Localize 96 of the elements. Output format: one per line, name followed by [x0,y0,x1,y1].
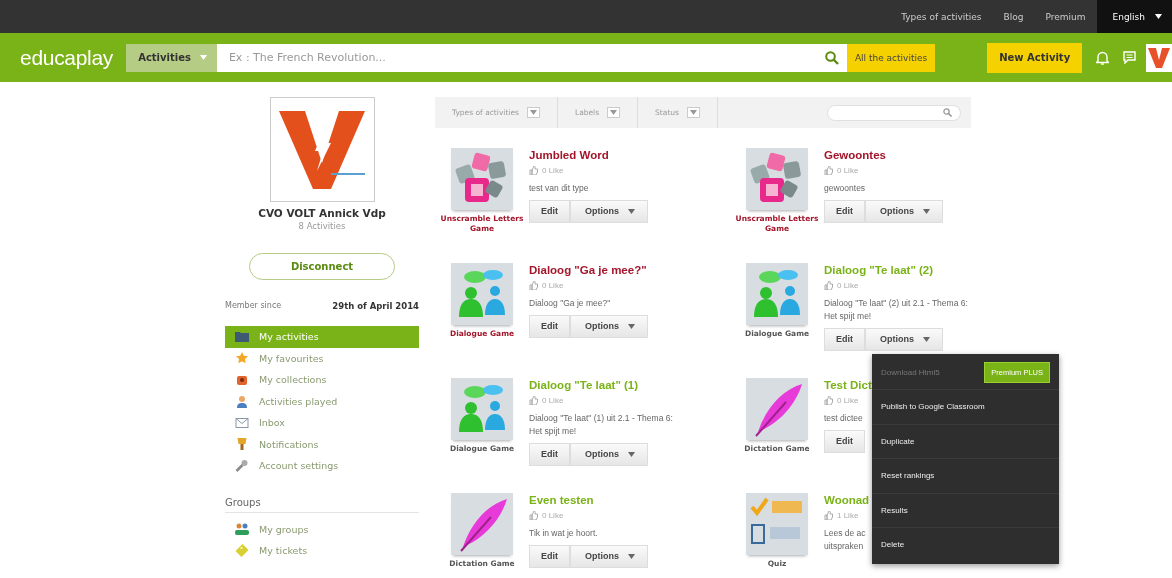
activity-description: Lees de ac uitspraken [824,527,867,553]
top-link[interactable]: Premium [1034,0,1097,33]
caret-icon [628,553,635,559]
thumbs-up-icon[interactable] [824,396,833,405]
like-count: 0 Like [542,281,564,290]
envelope-icon [235,417,249,428]
options-button[interactable]: Options [570,314,648,338]
ticket-icon [235,544,249,558]
activity-search-field[interactable] [827,104,961,121]
thumbs-up-icon[interactable] [824,166,833,175]
member-since-date: 29th of April 2014 [332,301,419,311]
edit-button[interactable]: Edit [824,199,865,223]
caret-icon [628,323,635,329]
menu-item[interactable]: Delete [881,540,905,550]
filter-dropdown[interactable] [607,107,621,118]
thumbs-up-icon[interactable] [529,511,538,520]
top-link[interactable]: English [1096,0,1172,33]
activity-title[interactable]: Jumbled Word [529,149,609,161]
like-count: 1 Like [837,511,859,520]
edit-button[interactable]: Edit [824,429,865,453]
activity-title[interactable]: Gewoontes [824,149,886,161]
new-activity-button[interactable]: New Activity [987,42,1083,73]
activity-description: Dialoog "Te laat" (2) uit 2.1 - Thema 6: Het spijt me! [824,297,969,323]
profile-name: CVO VOLT Annick Vdp [257,207,387,219]
like-count: 0 Like [837,396,859,405]
top-link[interactable]: Blog [992,0,1035,33]
box-icon [235,373,249,386]
caret-icon [923,336,930,342]
bell-icon[interactable] [1096,50,1110,65]
filter-dropdown[interactable] [687,107,700,118]
options-button[interactable]: Options [570,442,648,466]
options-button[interactable]: Options [865,199,943,223]
caret-icon [923,208,930,214]
menu-item[interactable]: Publish to Google Classroom [881,402,985,412]
like-count: 0 Like [542,166,564,175]
category-dropdown[interactable]: Activities [126,43,217,72]
activity-description: gewoontes [824,182,866,195]
speech-figures-icon [451,263,513,325]
thumbs-up-icon[interactable] [529,281,538,290]
activity-description: test van dit type [529,182,589,195]
menu-item[interactable]: Duplicate [881,436,915,446]
edit-button[interactable]: Edit [824,327,865,351]
edit-button[interactable]: Edit [529,314,570,338]
activity-title[interactable]: Dialoog "Ga je mee?" [529,264,647,276]
options-button[interactable]: Options [570,544,648,568]
activity-description: test dictee [824,412,863,425]
wrench-icon [235,459,249,473]
speech-figures-icon [451,378,513,440]
caret-icon [529,110,537,115]
menu-item[interactable]: Reset rankings [881,471,935,481]
disconnect-button[interactable]: Disconnect [249,253,395,280]
feather-icon [746,378,808,440]
speech-figures-icon [746,263,808,325]
menu-item[interactable]: Results [881,505,908,515]
star-icon [235,352,249,365]
folder-icon [235,331,249,343]
letter-tiles-icon [746,148,808,210]
feather-icon [451,493,513,555]
thumbs-up-icon[interactable] [529,166,538,175]
search-field[interactable]: Ex : The French Revolution... [216,43,847,72]
edit-button[interactable]: Edit [529,199,570,223]
edit-button[interactable]: Edit [529,544,570,568]
activity-description: Dialoog "Te laat" (1) uit 2.1 - Thema 6: Het spijt me! [529,412,674,438]
search-icon[interactable] [824,50,839,65]
top-link[interactable]: Types of activities [890,0,993,33]
like-count: 0 Like [542,511,564,520]
caret-icon [690,110,697,115]
member-since-label: Member since [225,301,282,311]
caret-icon [628,208,635,214]
activity-description: Tik in wat je hoort. [529,527,598,540]
trophy-icon [235,438,249,451]
caret-icon [1155,14,1162,19]
thumbs-up-icon[interactable] [529,396,538,405]
person-icon [235,394,249,408]
like-count: 0 Like [837,166,859,175]
activity-description: Dialoog "Ga je mee?" [529,297,611,310]
thumbs-up-icon[interactable] [824,511,833,520]
thumbs-up-icon[interactable] [824,281,833,290]
options-button[interactable]: Options [865,327,943,351]
people-icon [235,523,249,536]
like-count: 0 Like [837,281,859,290]
like-count: 0 Like [542,396,564,405]
avatar-logo[interactable] [1146,43,1172,72]
search-icon[interactable] [943,108,952,117]
caret-icon [610,110,618,115]
groups-heading: Groups [225,496,419,513]
edit-button[interactable]: Edit [529,442,570,466]
options-button[interactable]: Options [570,199,648,223]
letter-tiles-icon [451,148,513,210]
chat-icon[interactable] [1123,51,1137,64]
caret-icon [628,451,635,457]
activity-count: 8 Activities [297,221,347,231]
all-activities-button[interactable]: All the activities [846,43,936,72]
caret-icon [199,55,207,60]
quiz-icon [746,493,808,555]
filter-dropdown[interactable] [526,107,540,118]
